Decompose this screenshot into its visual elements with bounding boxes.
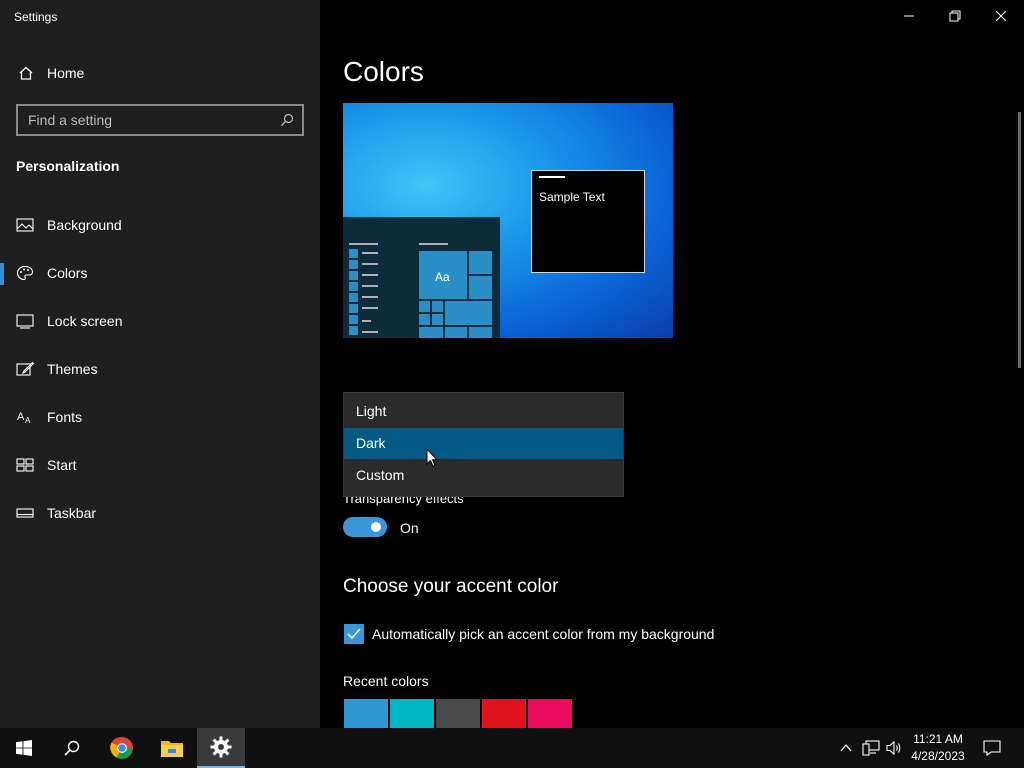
home-label: Home [47, 65, 85, 81]
brush-icon [16, 361, 34, 376]
selection-indicator [0, 263, 4, 285]
recent-color-swatch[interactable] [436, 699, 480, 728]
clock-date: 4/28/2023 [911, 749, 965, 763]
recent-color-swatch[interactable] [344, 699, 388, 728]
recent-color-swatch[interactable] [390, 699, 434, 728]
preview-window-bar [539, 176, 565, 178]
start-icon [16, 740, 32, 756]
sidebar-item-lock-screen[interactable]: Lock screen [0, 301, 320, 341]
preview-start-menu: Aa [343, 217, 500, 338]
color-mode-dropdown[interactable]: Light Dark Custom [343, 392, 624, 497]
restore-icon [949, 10, 961, 22]
home-icon [19, 66, 33, 80]
restore-button[interactable] [932, 0, 978, 32]
search-icon [64, 740, 80, 756]
file-explorer-icon [161, 741, 183, 757]
sidebar-item-label: Start [47, 457, 77, 473]
taskbar-search-button[interactable] [48, 728, 96, 768]
mouse-cursor-icon [426, 448, 438, 468]
sidebar-item-label: Fonts [47, 409, 83, 425]
sidebar-item-themes[interactable]: Themes [0, 349, 320, 389]
sidebar-item-colors[interactable]: Colors [0, 253, 320, 293]
checkmark-icon [347, 628, 361, 640]
clock-time: 11:21 AM [913, 732, 963, 746]
svg-text:A: A [25, 416, 31, 425]
taskbar-icon [16, 508, 34, 518]
transparency-toggle[interactable] [343, 517, 387, 537]
auto-accent-label: Automatically pick an accent color from … [372, 626, 715, 642]
section-title: Personalization [16, 158, 120, 174]
chrome-button[interactable] [98, 728, 146, 768]
network-icon[interactable] [862, 740, 880, 756]
search-icon[interactable] [280, 113, 294, 127]
page-title: Colors [343, 56, 424, 87]
recent-colors-title: Recent colors [343, 673, 429, 689]
dropdown-option-dark[interactable]: Dark [344, 428, 623, 459]
volume-icon[interactable] [886, 740, 904, 756]
sidebar-item-background[interactable]: Background [0, 205, 320, 245]
window-title: Settings [14, 10, 58, 24]
start-button[interactable] [0, 728, 48, 768]
accent-section-title: Choose your accent color [343, 576, 559, 597]
picture-icon [16, 218, 34, 232]
taskbar: 11:21 AM 4/28/2023 [0, 728, 1024, 768]
file-explorer-button[interactable] [148, 728, 196, 768]
close-button[interactable] [978, 0, 1024, 32]
settings-window: Settings Home Personalization Background [0, 0, 1024, 768]
search-box[interactable] [16, 104, 304, 136]
sidebar-item-start[interactable]: Start [0, 445, 320, 485]
sidebar-item-label: Colors [47, 265, 88, 281]
settings-taskbar-button[interactable] [197, 728, 245, 768]
preview-window: Sample Text [531, 170, 645, 273]
toggle-knob [371, 522, 381, 532]
dropdown-option-light[interactable]: Light [344, 396, 623, 427]
sidebar-item-label: Lock screen [47, 313, 123, 329]
scrollbar[interactable] [1018, 112, 1021, 368]
svg-text:A: A [17, 411, 25, 423]
sidebar-item-label: Themes [47, 361, 98, 377]
minimize-button[interactable] [886, 0, 932, 32]
preview-tile-text: Aa [435, 270, 450, 284]
chevron-up-icon[interactable] [840, 743, 852, 753]
notification-center-icon[interactable] [983, 740, 1001, 756]
preview-start-tiles [349, 243, 492, 338]
close-icon [995, 10, 1007, 22]
search-input[interactable] [18, 106, 273, 134]
minimize-icon [904, 15, 914, 17]
sidebar-item-fonts[interactable]: A A Fonts [0, 397, 320, 437]
start-tiles-icon [16, 458, 34, 472]
settings-icon [210, 736, 232, 758]
home-nav-item[interactable]: Home [0, 58, 320, 88]
sidebar-item-label: Background [47, 217, 122, 233]
dropdown-option-custom[interactable]: Custom [344, 460, 623, 491]
recent-color-swatch[interactable] [528, 699, 572, 728]
chrome-icon [110, 736, 133, 759]
sidebar: Settings Home Personalization Background [0, 0, 320, 728]
font-icon: A A [17, 411, 31, 425]
taskbar-clock[interactable]: 11:21 AM 4/28/2023 [904, 731, 972, 765]
transparency-state-label: On [400, 520, 419, 536]
auto-accent-checkbox[interactable] [344, 624, 364, 644]
sidebar-item-taskbar[interactable]: Taskbar [0, 493, 320, 533]
main-content: Colors Aa Sample Text Transparency effec… [320, 0, 1024, 728]
palette-icon [16, 265, 34, 281]
preview-sample-text: Sample Text [539, 190, 605, 204]
sidebar-item-label: Taskbar [47, 505, 97, 521]
theme-preview: Aa Sample Text [343, 103, 673, 338]
lock-screen-icon [16, 314, 34, 329]
recent-color-swatch[interactable] [482, 699, 526, 728]
